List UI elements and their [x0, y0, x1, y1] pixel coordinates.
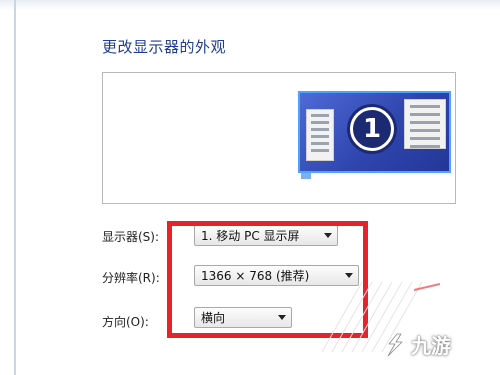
mini-window-icon	[306, 109, 334, 161]
window-top-strip	[0, 0, 500, 10]
monitor-1-tile[interactable]: 1	[298, 91, 451, 173]
watermark-logo-icon	[386, 332, 404, 357]
watermark-text: 九游	[411, 334, 451, 358]
watermark: 九游	[383, 330, 451, 359]
monitor-preview-area: 1	[102, 72, 456, 204]
orientation-label: 方向(O):	[102, 315, 149, 329]
resolution-label: 分辨率(R):	[102, 271, 160, 285]
mini-window-icon	[404, 99, 446, 149]
window-left-border	[14, 0, 16, 375]
monitor-stand	[301, 173, 311, 179]
monitor-number-badge: 1	[350, 107, 394, 151]
display-label: 显示器(S):	[102, 230, 160, 244]
page-title: 更改显示器的外观	[102, 38, 227, 56]
